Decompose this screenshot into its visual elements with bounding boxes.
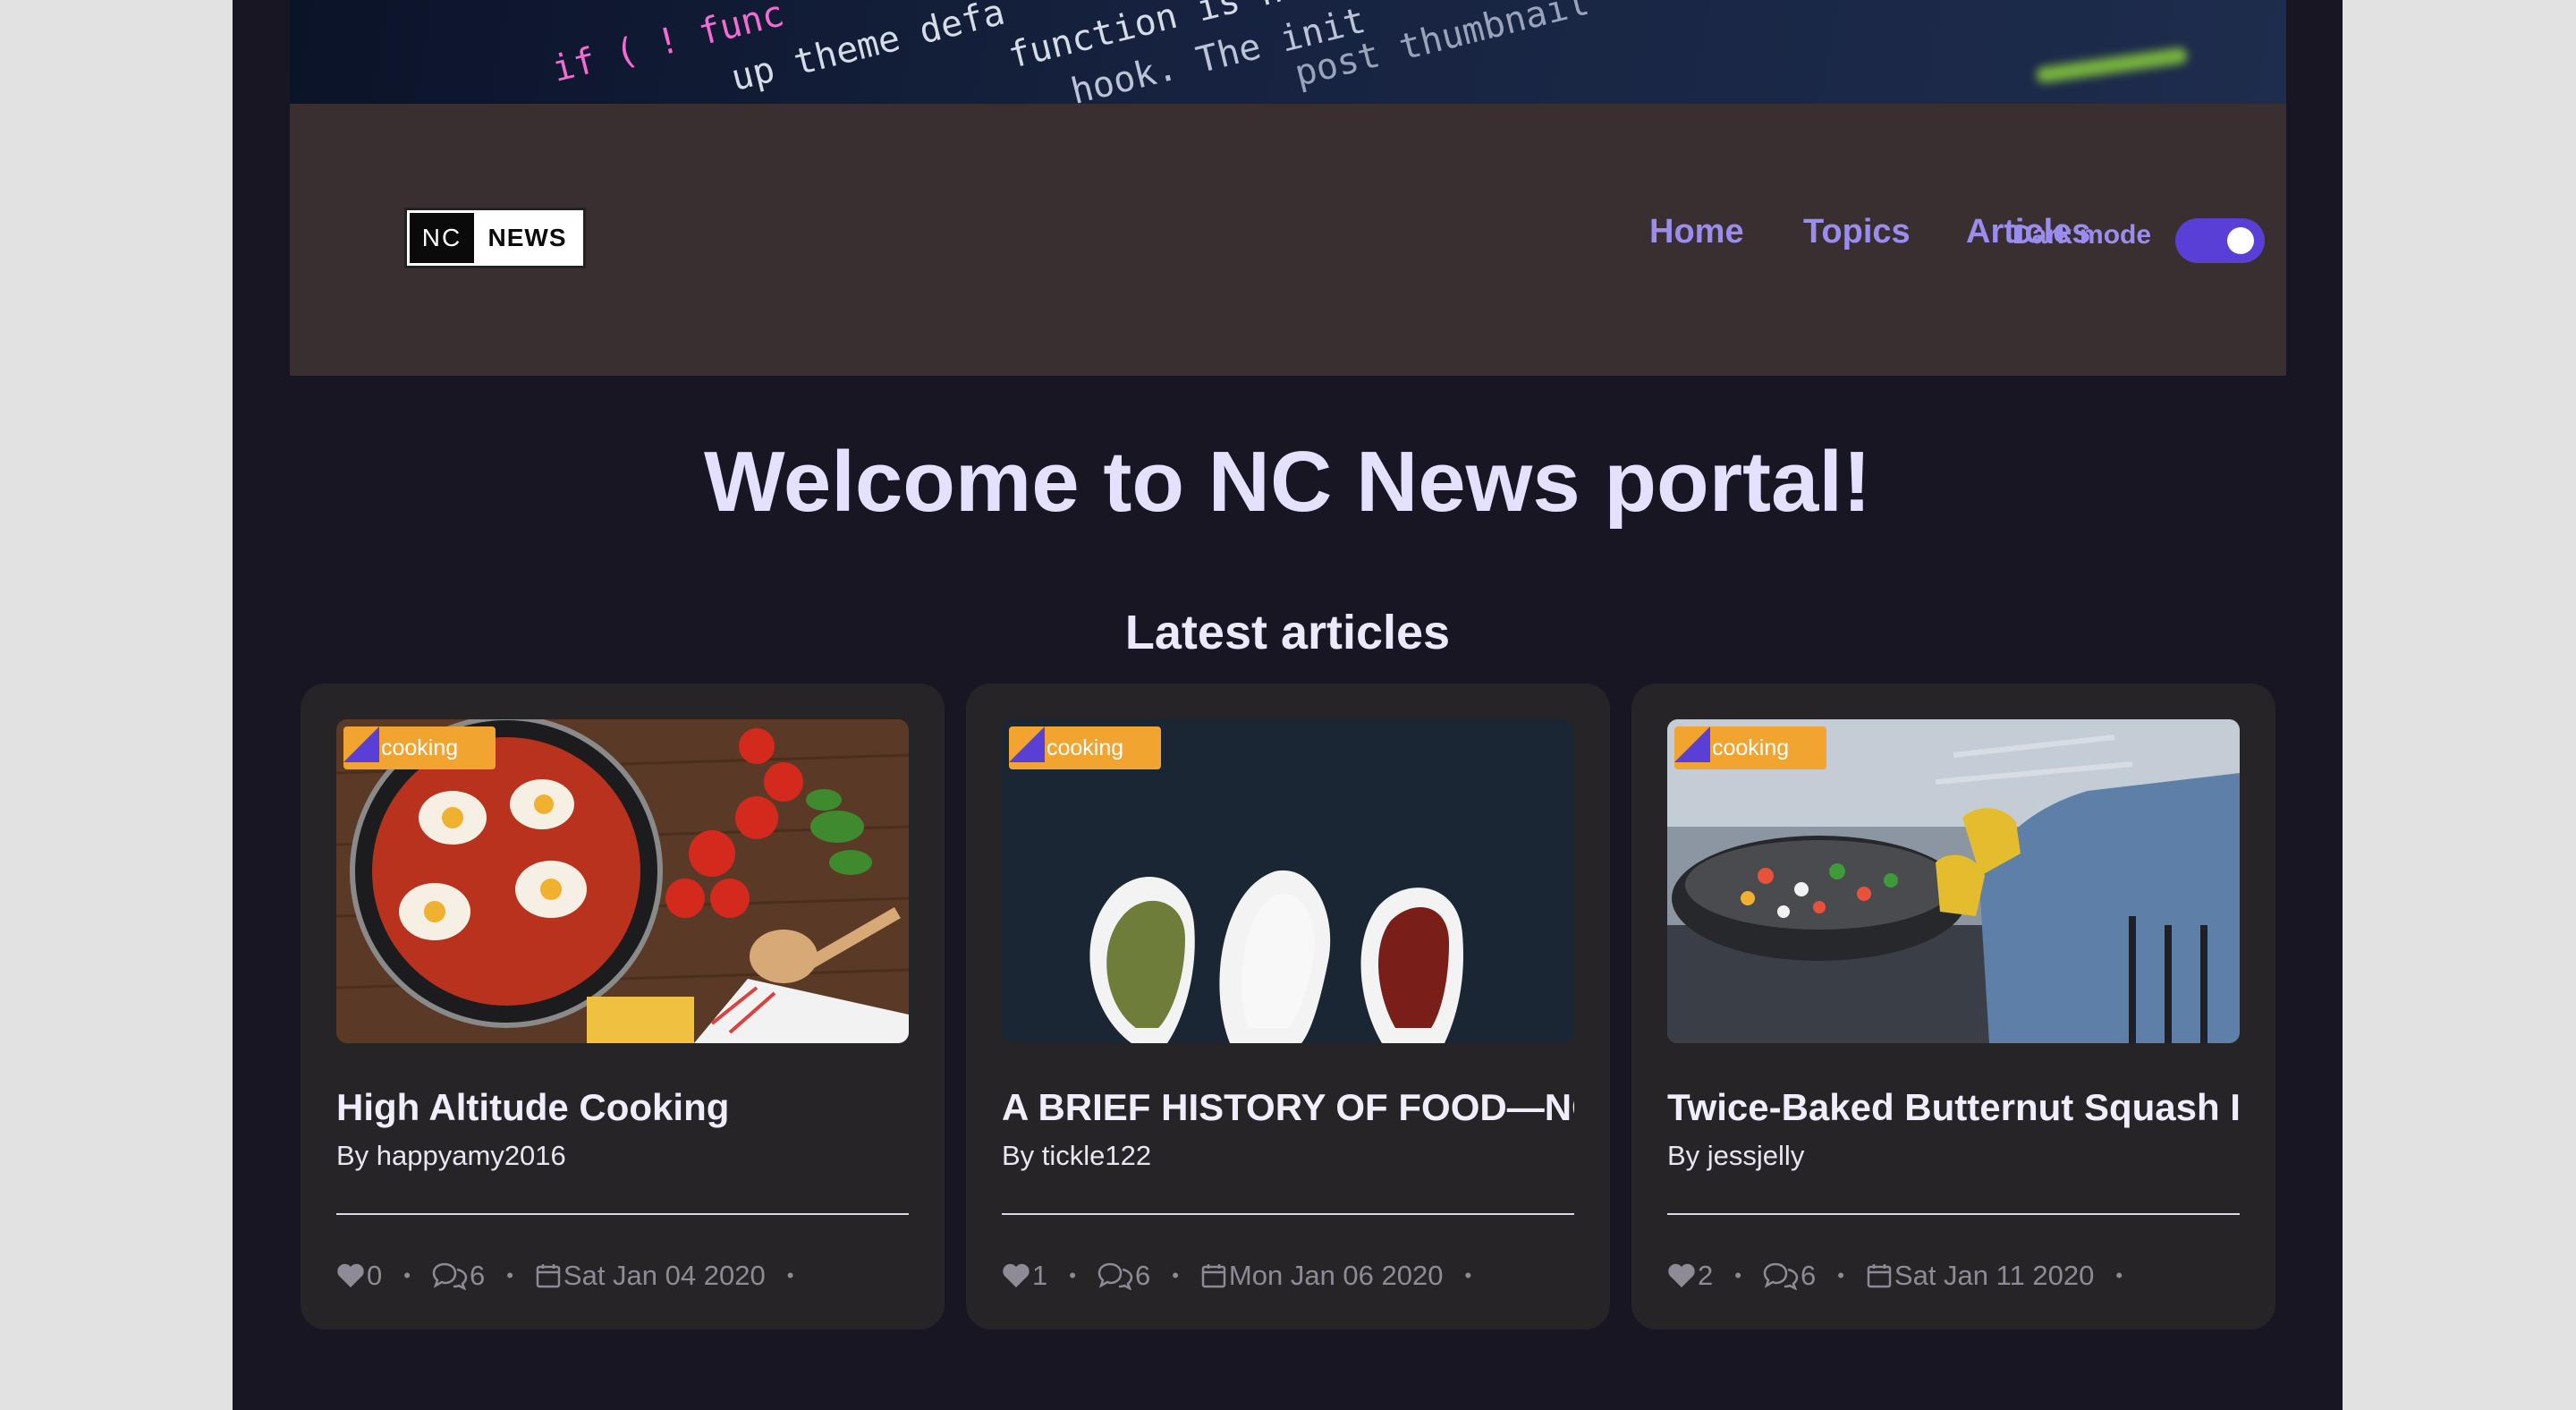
page-title: Welcome to NC News portal! [703, 434, 1872, 530]
nav-topics[interactable]: Topics [1803, 213, 1911, 251]
article-title[interactable]: Twice-Baked Butternut Squash Is the Than… [1667, 1086, 2240, 1129]
hero-code-banner: if ( ! func up theme defa function is ho… [290, 0, 2286, 104]
comments-icon [432, 1261, 468, 1290]
separator: • [1837, 1264, 1844, 1287]
article-author: By jessjelly [1667, 1140, 1805, 1171]
divider [1002, 1213, 1574, 1215]
topic-label: cooking [1712, 735, 1790, 760]
votes-count: 2 [1698, 1260, 1714, 1291]
separator: • [786, 1264, 794, 1287]
article-date: Mon Jan 06 2020 [1228, 1260, 1444, 1291]
navbar: NC NEWS Home Topics Articles Dark mode [290, 104, 2286, 376]
article-title[interactable]: A BRIEF HISTORY OF FOOD—NO BIG DEAL [1002, 1086, 1574, 1129]
heart-icon[interactable] [1002, 1262, 1030, 1289]
article-title[interactable]: High Altitude Cooking [336, 1086, 909, 1129]
article-author: By tickle122 [1002, 1140, 1152, 1171]
separator: • [506, 1264, 513, 1287]
topic-label: cooking [1046, 735, 1124, 760]
votes-count: 0 [367, 1260, 383, 1291]
logo-news: NEWS [487, 224, 567, 251]
latest-articles-heading: Latest articles [1124, 606, 1451, 659]
toggle-knob [2227, 227, 2254, 254]
article-date: Sat Jan 04 2020 [563, 1260, 766, 1291]
article-meta: 0 • 6 • Sat Jan 04 2020 • [336, 1258, 815, 1294]
nc-news-logo[interactable]: NC NEWS [404, 208, 586, 268]
topic-tag[interactable]: cooking [1674, 726, 1826, 769]
topic-label: cooking [381, 735, 459, 760]
page: if ( ! func up theme defa function is ho… [233, 0, 2343, 1410]
article-meta: 1 • 6 • Mon Jan 06 2020 • [1002, 1258, 1493, 1294]
article-card[interactable]: cooking Twice-Baked Butternut Squash Is … [1631, 684, 2275, 1329]
separator: • [2115, 1264, 2123, 1287]
separator: • [1464, 1264, 1472, 1287]
tag-corner [1674, 726, 1710, 762]
tag-corner [1009, 726, 1045, 762]
article-meta: 2 • 6 • Sat Jan 11 2020 • [1667, 1258, 2144, 1294]
separator: • [403, 1264, 411, 1287]
topic-tag[interactable]: cooking [343, 726, 496, 769]
calendar-icon [1866, 1262, 1893, 1289]
heart-icon[interactable] [1667, 1262, 1696, 1289]
article-date: Sat Jan 11 2020 [1894, 1260, 2095, 1291]
article-author: By happyamy2016 [336, 1140, 566, 1171]
comments-count: 6 [1800, 1260, 1817, 1291]
calendar-icon [535, 1262, 562, 1289]
code-highlight [2035, 47, 2189, 84]
separator: • [1172, 1264, 1179, 1287]
dark-mode-label: Dark mode [2012, 220, 2152, 250]
comments-count: 6 [1134, 1260, 1151, 1291]
logo-nc: NC [410, 213, 474, 263]
article-card[interactable]: cooking High Altitude Cooking By happyam… [301, 684, 945, 1329]
separator: • [1734, 1264, 1741, 1287]
divider [1667, 1213, 2240, 1215]
divider [336, 1213, 909, 1215]
topic-tag[interactable]: cooking [1009, 726, 1161, 769]
comments-count: 6 [469, 1260, 486, 1291]
comments-icon [1763, 1261, 1799, 1290]
calendar-icon [1200, 1262, 1227, 1289]
dark-mode-toggle[interactable] [2175, 218, 2265, 263]
nav-home[interactable]: Home [1649, 213, 1744, 251]
tag-corner [343, 726, 379, 762]
votes-count: 1 [1032, 1260, 1048, 1291]
heart-icon[interactable] [336, 1262, 365, 1289]
article-card[interactable]: cooking A BRIEF HISTORY OF FOOD—NO BIG D… [966, 684, 1610, 1329]
comments-icon [1097, 1261, 1133, 1290]
separator: • [1069, 1264, 1076, 1287]
